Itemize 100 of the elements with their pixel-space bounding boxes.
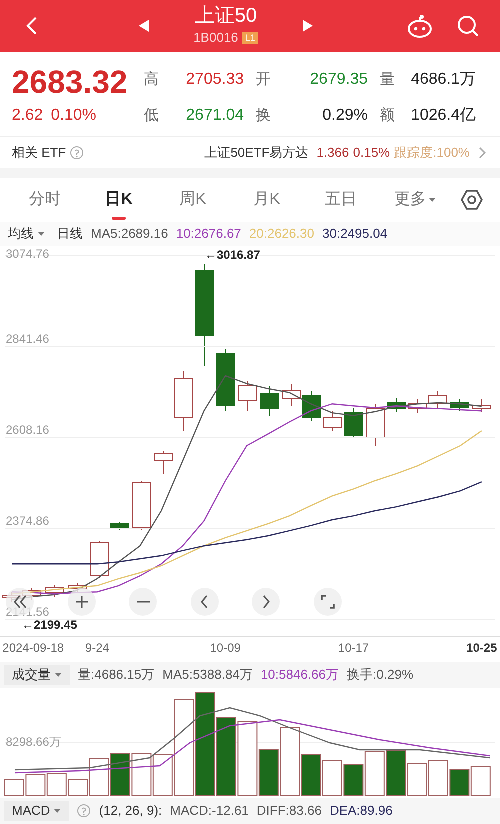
axis-label: 2374.86	[6, 513, 50, 529]
indicator-value: MACD:-12.61	[170, 802, 249, 820]
scroll-right-button[interactable]	[252, 588, 280, 616]
caret-icon	[54, 809, 62, 813]
chevron-right-icon[interactable]	[478, 146, 488, 160]
chevron-left-icon	[201, 595, 208, 609]
chart-tab[interactable]: 周K	[156, 178, 230, 222]
date-label: 9-24	[85, 640, 110, 656]
indicator-value: 10:5846.66万	[260, 666, 340, 684]
last-price: 2683.32	[12, 64, 129, 100]
chart-tab[interactable]: 更多	[378, 178, 452, 222]
search-icon	[458, 16, 479, 37]
indicator-value: MA5:5388.84万	[162, 666, 253, 684]
price-change: 2.62	[12, 106, 44, 126]
stat-label: 高	[144, 70, 160, 90]
stat-value: 2671.04	[185, 106, 245, 126]
double-chevron-left-icon	[14, 595, 26, 609]
stat-label: 量	[380, 70, 396, 90]
zoom-out-button[interactable]	[129, 588, 158, 616]
chevron-right-icon	[262, 595, 270, 609]
etf-name[interactable]: 上证50ETF易方达	[204, 142, 309, 162]
candlestick	[344, 408, 364, 438]
settings-icon	[461, 190, 483, 210]
selected-indicator	[112, 217, 126, 220]
tracking-degree: 跟踪度:100%	[394, 144, 470, 162]
percent-change: 0.10%	[51, 106, 97, 126]
candlestick	[110, 522, 130, 530]
axis-label: 2141.56	[6, 604, 50, 620]
date-label: 10-17	[338, 640, 370, 656]
indicator-dropdown[interactable]: MACD	[4, 801, 70, 821]
plus-icon	[74, 595, 89, 609]
candlestick	[154, 450, 174, 474]
etf-price: 1.366	[316, 144, 350, 162]
candlestick	[408, 398, 428, 414]
scroll-left-button[interactable]	[190, 588, 219, 616]
candlestick	[450, 398, 470, 412]
caret-icon	[55, 673, 62, 677]
axis-label: 2841.46	[6, 331, 50, 347]
zoom-in-button[interactable]	[68, 588, 96, 616]
volume-bar	[386, 750, 406, 796]
triangle-left-icon	[136, 18, 151, 34]
candlestick	[260, 386, 280, 416]
date-label: 10-25	[466, 640, 498, 656]
candlestick	[46, 584, 64, 598]
moving-average-value: MA5:2689.16	[91, 225, 168, 244]
minus-icon	[136, 601, 150, 603]
fullscreen-icon	[320, 595, 335, 609]
indicator-value: DEA:89.96	[330, 802, 393, 820]
candlestick	[366, 404, 386, 446]
period-label: 日线	[57, 225, 83, 244]
stat-label: 开	[256, 70, 272, 90]
etf-change: 0.15%	[353, 144, 390, 162]
candlestick	[302, 390, 322, 422]
indicator-parameters: (12, 26, 9):	[99, 802, 162, 820]
chart-tab[interactable]: 日K	[82, 178, 156, 222]
candlestick	[238, 380, 258, 412]
candlestick	[174, 370, 194, 432]
help-icon	[70, 146, 84, 159]
stat-label: 额	[380, 106, 396, 126]
candlestick	[472, 398, 492, 412]
chart-tab[interactable]: 五日	[304, 178, 378, 222]
etf-label: 相关 ETF	[12, 144, 66, 162]
chart-tab[interactable]: 月K	[230, 178, 304, 222]
candlestick	[216, 348, 236, 412]
caret-icon	[38, 232, 45, 236]
axis-label: 8298.66万	[6, 734, 62, 751]
stat-value: 2705.33	[185, 70, 245, 90]
robot-icon	[408, 15, 432, 38]
triangle-right-icon	[301, 18, 316, 34]
volume-bar	[110, 754, 130, 796]
window-title: 上证50	[194, 4, 258, 28]
date-label: 10-09	[210, 640, 241, 656]
indicator-dropdown[interactable]: 均线	[4, 224, 49, 244]
indicator-value: 量:4686.15万	[78, 666, 155, 684]
indicator-value: DIFF:83.66	[256, 802, 322, 820]
stat-value: 4686.1万	[410, 70, 477, 90]
stat-value: 0.29%	[322, 106, 369, 126]
chart-tab[interactable]: 分时	[8, 178, 82, 222]
volume-bar	[450, 770, 470, 796]
caret-icon	[428, 198, 436, 202]
stock-code: 1B0016	[194, 29, 238, 48]
high-price-marker: ←3016.87	[205, 247, 260, 264]
axis-label: 2608.16	[6, 422, 50, 438]
volume-bar	[344, 764, 364, 796]
stat-value: 2679.35	[309, 70, 369, 90]
level-badge: L1	[242, 32, 258, 44]
stat-label: 低	[144, 106, 160, 126]
moving-average-value: 20:2626.30	[249, 225, 314, 244]
candlestick	[132, 480, 152, 530]
moving-average-value: 10:2676.67	[176, 225, 242, 244]
axis-label: 3074.76	[6, 246, 50, 262]
indicator-dropdown[interactable]: 成交量	[4, 665, 70, 685]
stat-label: 换	[256, 106, 272, 126]
candlestick	[282, 384, 302, 406]
stat-value: 1026.4亿	[410, 106, 477, 126]
candlestick	[428, 390, 448, 408]
candlestick	[324, 410, 342, 432]
fullscreen-button[interactable]	[314, 588, 342, 616]
candlestick	[388, 398, 406, 412]
date-label: 2024-09-18	[2, 640, 64, 656]
